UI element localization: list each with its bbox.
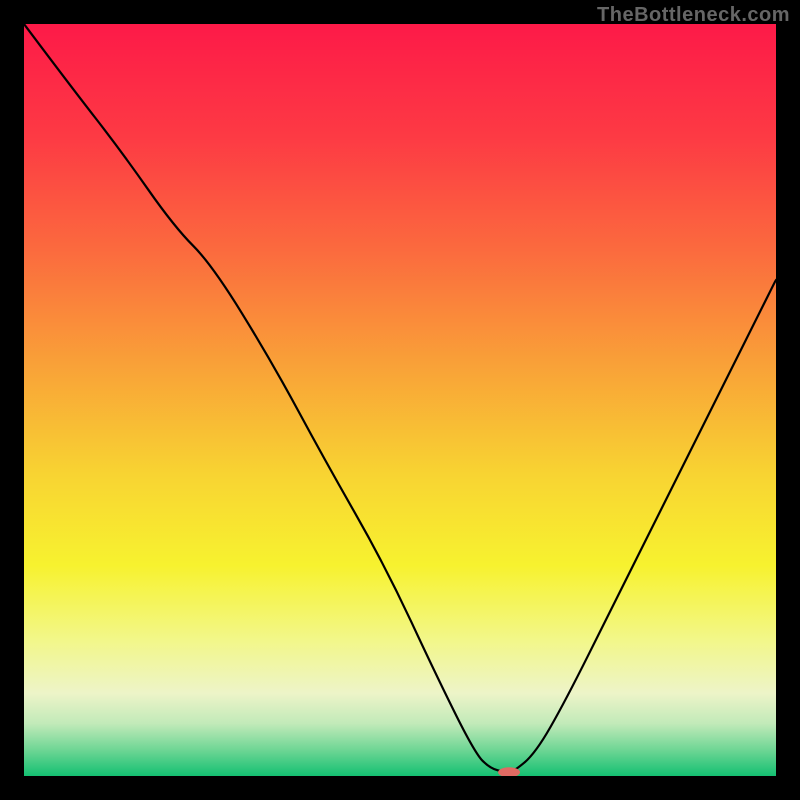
chart-plot-area [24,24,776,776]
chart-container: TheBottleneck.com [0,0,800,800]
watermark-text: TheBottleneck.com [597,4,790,27]
chart-svg [24,24,776,776]
chart-background [24,24,776,776]
